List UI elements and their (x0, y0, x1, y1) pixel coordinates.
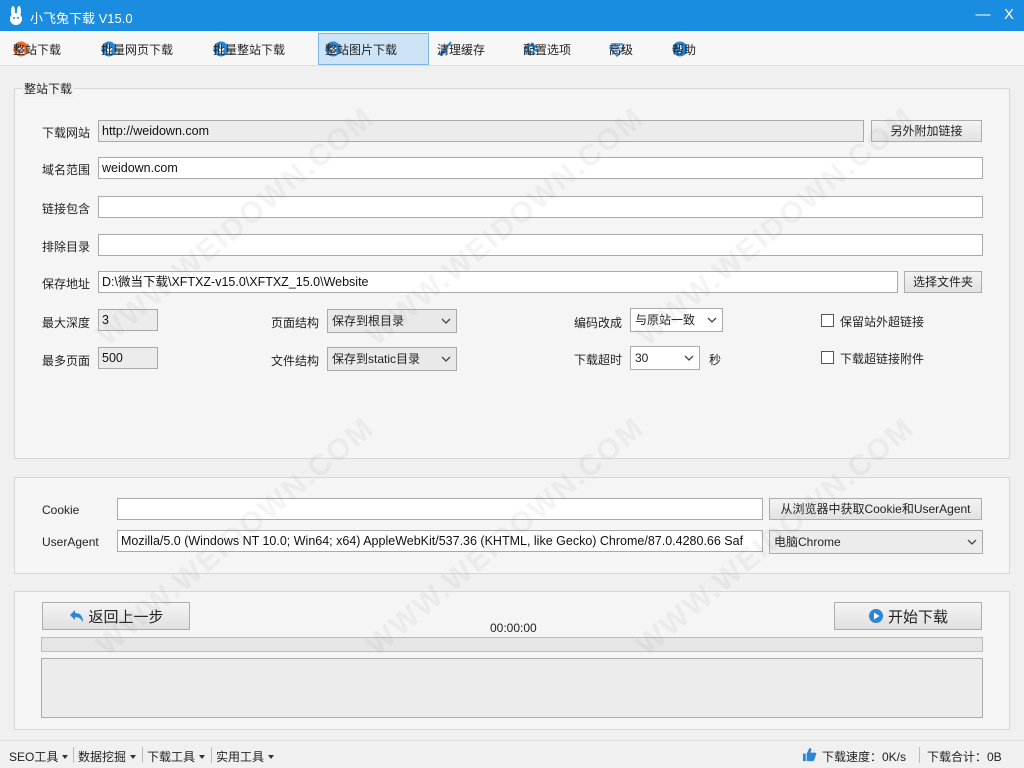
menu-data-mining[interactable]: 数据挖掘 (78, 748, 137, 765)
domain-scope-label: 域名范围 (42, 163, 91, 177)
save-path-label: 保存地址 (42, 277, 91, 291)
max-depth-input[interactable]: 3 (98, 309, 158, 331)
play-icon (868, 609, 883, 623)
thumbs-up-icon (802, 747, 817, 762)
tab-advanced[interactable]: 高级 (602, 33, 636, 65)
get-cookie-useragent-button[interactable]: 从浏览器中获取Cookie和UserAgent (769, 498, 982, 520)
dropdown-arrow-icon (199, 755, 206, 759)
timeout-unit: 秒 (709, 353, 722, 367)
elapsed-time: 00:00:00 (490, 621, 537, 635)
tab-site-download[interactable]: 整站下载 (6, 33, 61, 65)
dropdown-arrow-icon (62, 755, 69, 759)
download-url-label: 下载网站 (42, 126, 91, 140)
extra-links-button[interactable]: 另外附加链接 (871, 120, 982, 142)
download-attachments-label: 下载超链接附件 (840, 352, 925, 366)
save-path-input[interactable]: D:\微当下载\XFTXZ-v15.0\XFTXZ_15.0\Website (98, 271, 898, 293)
domain-scope-input[interactable]: weidown.com (98, 157, 983, 179)
max-depth-label: 最大深度 (42, 316, 91, 330)
tab-label: 配置选项 (523, 42, 572, 57)
back-button[interactable]: 返回上一步 (42, 602, 190, 630)
keep-external-links-label: 保留站外超链接 (840, 315, 925, 329)
useragent-label: UserAgent (42, 535, 99, 549)
encoding-select[interactable]: 与原站一致 (630, 308, 723, 332)
menu-label: 实用工具 (216, 750, 265, 764)
download-attachments-checkbox[interactable] (821, 351, 834, 364)
tab-batch-site-download[interactable]: 批量整站下载 (206, 33, 285, 65)
page-structure-select[interactable]: 保存到根目录 (327, 309, 457, 333)
tab-help[interactable]: ? 帮助 (665, 33, 699, 65)
download-progress-bar (41, 637, 983, 652)
encoding-label: 编码改成 (574, 316, 623, 330)
page-structure-label: 页面结构 (271, 316, 320, 330)
menu-utility-tools[interactable]: 实用工具 (216, 748, 275, 765)
select-value: 保存到根目录 (332, 314, 405, 328)
keep-external-links-checkbox[interactable] (821, 314, 834, 327)
select-value: 保存到static目录 (332, 352, 421, 366)
chevron-down-icon (967, 539, 977, 545)
tab-label: 批量网页下载 (101, 42, 174, 57)
timeout-select[interactable]: 30 (630, 346, 700, 370)
chevron-down-icon (441, 318, 451, 324)
rabbit-logo-icon (10, 6, 22, 25)
cookie-input[interactable] (117, 498, 763, 520)
useragent-preset-select[interactable]: 电脑Chrome (769, 530, 983, 554)
exclude-dir-input[interactable] (98, 234, 983, 256)
divider (211, 747, 212, 763)
exclude-dir-label: 排除目录 (42, 240, 91, 254)
download-speed: 下载速度：0K/s (822, 750, 907, 764)
log-output-box[interactable] (41, 658, 983, 718)
start-download-label: 开始下载 (887, 608, 948, 626)
dropdown-arrow-icon (268, 755, 275, 759)
tab-label: 帮助 (672, 42, 697, 57)
link-include-input[interactable] (98, 196, 983, 218)
divider (919, 747, 920, 763)
menu-label: 数据挖掘 (78, 750, 127, 764)
chevron-down-icon (707, 317, 717, 323)
timeout-label: 下载超时 (574, 353, 623, 367)
menu-seo-tools[interactable]: SEO工具 (9, 748, 69, 765)
divider (73, 747, 74, 763)
file-structure-select[interactable]: 保存到static目录 (327, 347, 457, 371)
tab-label: 批量整站下载 (213, 42, 286, 57)
tab-label: 整站下载 (13, 42, 62, 57)
group-title: 整站下载 (22, 80, 75, 97)
max-pages-label: 最多页面 (42, 354, 91, 368)
chevron-down-icon (684, 355, 694, 361)
cookie-label: Cookie (42, 503, 80, 517)
back-arrow-icon (70, 610, 84, 622)
window-title: 小飞兔下载 V15.0 (30, 11, 133, 26)
choose-folder-button[interactable]: 选择文件夹 (904, 271, 982, 293)
tab-batch-page-download[interactable]: 批量网页下载 (94, 33, 173, 65)
tab-label: 整站图片下载 (325, 42, 398, 57)
file-structure-label: 文件结构 (271, 354, 320, 368)
close-button[interactable]: X (994, 3, 1024, 27)
status-bar: SEO工具 数据挖掘 下载工具 实用工具 下载速度：0K/s 下载合计：0B (0, 740, 1024, 768)
select-value: 与原站一致 (635, 313, 696, 327)
tab-label: 清理缓存 (437, 42, 486, 57)
title-bar: 小飞兔下载 V15.0 — X (0, 0, 1024, 31)
tab-clear-cache[interactable]: 清理缓存 (430, 33, 485, 65)
back-button-label: 返回上一步 (88, 608, 164, 626)
max-pages-input[interactable]: 500 (98, 347, 158, 369)
http-settings-group (14, 477, 1010, 574)
download-url-input[interactable]: http://weidown.com (98, 120, 864, 142)
start-download-button[interactable]: 开始下载 (834, 602, 982, 630)
select-value: 电脑Chrome (774, 535, 841, 549)
tab-config-options[interactable]: 配置选项 (516, 33, 571, 65)
tab-label: 高级 (609, 42, 634, 57)
dropdown-arrow-icon (130, 755, 137, 759)
menu-label: 下载工具 (147, 750, 196, 764)
toolbar: 整站下载 批量网页下载 批量整站下载 整站图片下载 清理缓存 配置选项 高级 ?… (0, 31, 1024, 66)
link-include-label: 链接包含 (42, 202, 91, 216)
download-total: 下载合计：0B (927, 750, 1002, 764)
menu-label: SEO工具 (9, 750, 59, 764)
chevron-down-icon (441, 356, 451, 362)
select-value: 30 (635, 351, 649, 365)
menu-download-tools[interactable]: 下载工具 (147, 748, 206, 765)
tab-site-image-download[interactable]: 整站图片下载 (318, 33, 429, 65)
divider (142, 747, 143, 763)
useragent-input[interactable]: Mozilla/5.0 (Windows NT 10.0; Win64; x64… (117, 530, 763, 552)
